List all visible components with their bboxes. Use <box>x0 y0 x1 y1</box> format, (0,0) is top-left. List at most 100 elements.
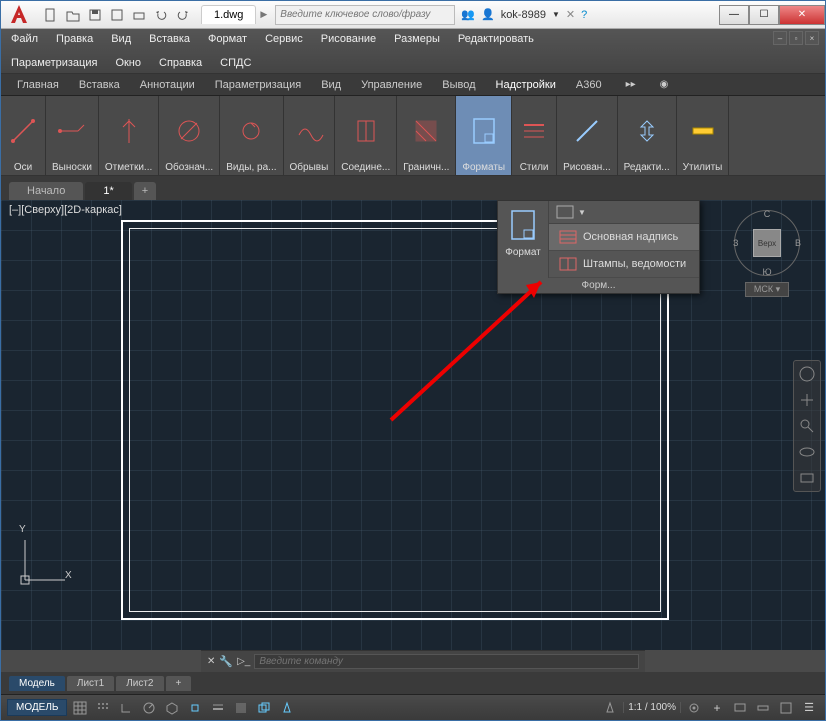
flyout-dropdown-icon[interactable]: ▼ <box>578 208 586 217</box>
menu-window[interactable]: Окно <box>111 55 145 71</box>
qat-open-icon[interactable] <box>63 5 83 25</box>
tab-extra-icon[interactable]: ▸▸ <box>618 77 644 92</box>
status-snap-icon[interactable] <box>93 698 113 718</box>
tab-home[interactable]: Главная <box>9 77 67 93</box>
panel-[interactable]: Граничн... <box>397 96 456 175</box>
doctab-start[interactable]: Начало <box>9 182 83 200</box>
qat-redo-icon[interactable] <box>173 5 193 25</box>
maximize-button[interactable]: ☐ <box>749 5 779 25</box>
nav-showmotion-icon[interactable] <box>798 469 816 487</box>
doctab-current[interactable]: 1* <box>85 182 131 200</box>
mdi-restore-button[interactable]: ▫ <box>789 31 803 45</box>
menu-file[interactable]: Файл <box>7 31 42 47</box>
mdi-minimize-button[interactable]: – <box>773 31 787 45</box>
qat-print-icon[interactable] <box>129 5 149 25</box>
panel-[interactable]: Обознач... <box>159 96 220 175</box>
panel-[interactable]: Рисован... <box>557 96 618 175</box>
app-logo[interactable] <box>1 1 37 29</box>
menu-spds[interactable]: СПДС <box>216 55 255 71</box>
qat-new-icon[interactable] <box>41 5 61 25</box>
drawing-canvas[interactable]: [–][Сверху][2D-каркас] Формат ▼ Основная… <box>1 200 825 650</box>
viewcube-south[interactable]: Ю <box>762 267 771 277</box>
panel-[interactable]: Соедине... <box>335 96 397 175</box>
status-annotation-icon[interactable] <box>600 698 620 718</box>
qat-undo-icon[interactable] <box>151 5 171 25</box>
status-ortho-icon[interactable] <box>116 698 136 718</box>
panel-[interactable]: Стили <box>512 96 557 175</box>
cmd-wrench-icon[interactable]: 🔧 <box>219 655 233 668</box>
nav-pan-icon[interactable] <box>798 391 816 409</box>
cmd-close-icon[interactable]: ✕ <box>207 656 215 667</box>
status-units-icon[interactable] <box>753 698 773 718</box>
status-osnap-icon[interactable] <box>185 698 205 718</box>
panel-[interactable]: Отметки... <box>99 96 159 175</box>
viewcube-west[interactable]: З <box>733 238 738 248</box>
layout-model[interactable]: Модель <box>9 676 65 691</box>
status-quickprops-icon[interactable] <box>776 698 796 718</box>
menu-edit[interactable]: Правка <box>52 31 97 47</box>
nav-orbit-icon[interactable] <box>798 443 816 461</box>
tab-addins[interactable]: Надстройки <box>488 77 564 93</box>
viewcube-face[interactable]: Верх <box>753 229 781 257</box>
status-gear-icon[interactable] <box>684 698 704 718</box>
menu-insert[interactable]: Вставка <box>145 31 194 47</box>
minimize-button[interactable]: — <box>719 5 749 25</box>
username[interactable]: kok-8989 <box>501 9 546 21</box>
tab-view[interactable]: Вид <box>313 77 349 93</box>
tab-focus-icon[interactable]: ◉ <box>652 77 677 92</box>
signin-icon[interactable]: 👤 <box>481 8 495 21</box>
format-main-icon[interactable] <box>502 205 544 245</box>
status-customize-icon[interactable]: ☰ <box>799 698 819 718</box>
help-icon[interactable]: ? <box>581 9 587 21</box>
flyout-small-icon[interactable] <box>555 204 575 220</box>
status-grid-icon[interactable] <box>70 698 90 718</box>
menu-dimension[interactable]: Размеры <box>390 31 444 47</box>
menuitem-mainstamp[interactable]: Основная надпись <box>549 224 699 251</box>
search-input[interactable] <box>275 5 455 25</box>
menuitem-stamps[interactable]: Штампы, ведомости <box>549 251 699 278</box>
layout-sheet1[interactable]: Лист1 <box>67 676 114 691</box>
layout-add-button[interactable]: + <box>166 676 192 691</box>
panel-[interactable]: Оси <box>1 96 46 175</box>
menu-format[interactable]: Формат <box>204 31 251 47</box>
status-isoplane-icon[interactable] <box>162 698 182 718</box>
menu-draw[interactable]: Рисование <box>317 31 380 47</box>
mdi-close-button[interactable]: × <box>805 31 819 45</box>
tab-output[interactable]: Вывод <box>434 77 483 93</box>
panel-[interactable]: Обрывы <box>284 96 336 175</box>
status-zoom[interactable]: 1:1 / 100% <box>623 702 681 713</box>
panel-[interactable]: Виды, ра... <box>220 96 283 175</box>
menu-parametric[interactable]: Параметризация <box>7 55 101 71</box>
nav-wheel-icon[interactable] <box>798 365 816 383</box>
menu-view[interactable]: Вид <box>107 31 135 47</box>
panel-[interactable]: Редакти... <box>618 96 677 175</box>
status-cycling-icon[interactable] <box>254 698 274 718</box>
menu-tools[interactable]: Сервис <box>261 31 307 47</box>
filetab-arrow-icon[interactable]: ▶ <box>260 9 267 20</box>
doctab-add-button[interactable]: + <box>134 182 156 200</box>
viewcube-east[interactable]: В <box>795 238 801 248</box>
viewport-label[interactable]: [–][Сверху][2D-каркас] <box>9 204 122 216</box>
viewcube-wcs[interactable]: МСК ▾ <box>745 282 789 297</box>
nav-zoom-icon[interactable] <box>798 417 816 435</box>
layout-sheet2[interactable]: Лист2 <box>116 676 163 691</box>
tab-manage[interactable]: Управление <box>353 77 430 93</box>
status-lineweight-icon[interactable] <box>208 698 228 718</box>
menu-modify[interactable]: Редактировать <box>454 31 538 47</box>
qat-saveas-icon[interactable] <box>107 5 127 25</box>
infocenter-icon[interactable]: 👥 <box>461 8 475 21</box>
status-polar-icon[interactable] <box>139 698 159 718</box>
panel-[interactable]: Утилиты <box>677 96 730 175</box>
file-tab[interactable]: 1.dwg <box>201 5 256 24</box>
status-transparency-icon[interactable] <box>231 698 251 718</box>
tab-parametric[interactable]: Параметризация <box>207 77 309 93</box>
viewcube[interactable]: Верх С Ю В З МСК ▾ <box>727 210 807 320</box>
qat-save-icon[interactable] <box>85 5 105 25</box>
tab-a360[interactable]: A360 <box>568 77 610 93</box>
exchange-icon[interactable]: ✕ <box>566 8 575 21</box>
status-annoscale-icon[interactable] <box>277 698 297 718</box>
status-plus-icon[interactable]: + <box>707 698 727 718</box>
panel-[interactable]: Выноски <box>46 96 99 175</box>
panel-[interactable]: Форматы <box>456 96 512 175</box>
close-button[interactable]: ✕ <box>779 5 825 25</box>
